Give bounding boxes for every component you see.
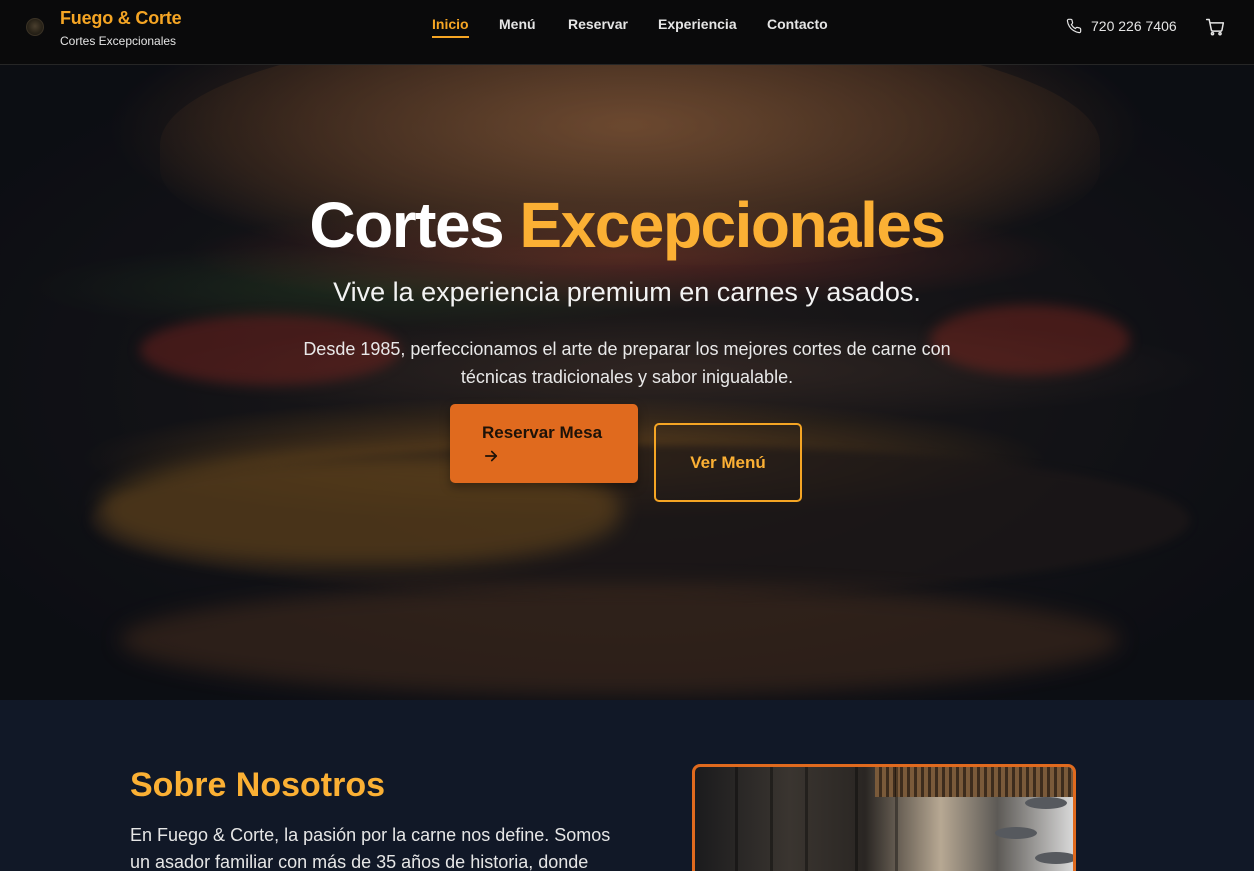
phone-icon: [1066, 18, 1082, 34]
nav-item-reservar[interactable]: Reservar: [568, 16, 628, 32]
brand-name[interactable]: Fuego & Corte: [60, 8, 182, 29]
nav-item-menu[interactable]: Menú: [499, 16, 536, 32]
nav-item-experiencia[interactable]: Experiencia: [658, 16, 737, 32]
site-header: Fuego & Corte Cortes Excepcionales Inici…: [0, 0, 1254, 65]
arrow-right-icon: [484, 450, 498, 462]
nav-item-contacto[interactable]: Contacto: [767, 16, 828, 32]
view-menu-label: Ver Menú: [690, 452, 766, 472]
about-text: En Fuego & Corte, la pasión por la carne…: [130, 825, 611, 871]
logo-icon[interactable]: [26, 18, 44, 36]
reserve-table-button[interactable]: Reservar Mesa: [450, 404, 638, 483]
cart-icon[interactable]: [1205, 17, 1225, 37]
hero-subtitle: Vive la experiencia premium en carnes y …: [333, 277, 921, 307]
hero-description: Desde 1985, perfeccionamos el arte de pr…: [303, 339, 951, 387]
hero-title-white: Cortes: [309, 189, 520, 261]
hero-title-accent: Excepcionales: [519, 189, 946, 261]
hero-section: Cortes Excepcionales Vive la experiencia…: [0, 65, 1254, 700]
phone-link[interactable]: 720 226 7406: [1066, 18, 1177, 34]
reserve-table-label: Reservar Mesa: [482, 423, 603, 442]
phone-number: 720 226 7406: [1091, 18, 1177, 34]
brand-tagline: Cortes Excepcionales: [60, 34, 177, 48]
restaurant-interior-image: [692, 764, 1076, 871]
hero-title: Cortes Excepcionales: [0, 186, 1254, 264]
view-menu-button[interactable]: Ver Menú: [654, 423, 802, 502]
nav-item-inicio[interactable]: Inicio: [432, 16, 469, 38]
about-section: Sobre Nosotros En Fuego & Corte, la pasi…: [0, 700, 1254, 871]
about-title: Sobre Nosotros: [130, 766, 386, 804]
